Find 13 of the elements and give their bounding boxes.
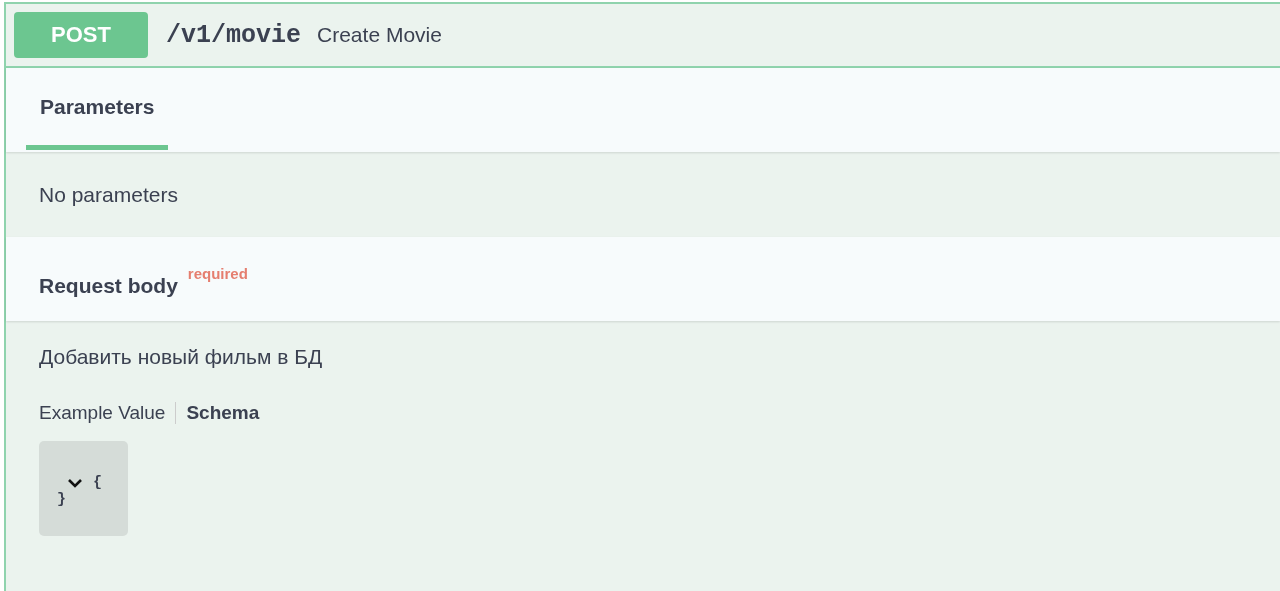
method-badge: POST bbox=[14, 12, 148, 58]
view-tab[interactable]: Example Value bbox=[39, 402, 166, 424]
view-tab[interactable]: Schema bbox=[186, 402, 260, 424]
close-brace: } bbox=[57, 491, 66, 508]
request-body-title: Request body bbox=[39, 274, 178, 298]
parameters-tab[interactable]: Parameters bbox=[26, 95, 169, 150]
operation-summary: Create Movie bbox=[317, 23, 442, 47]
required-label: required bbox=[187, 264, 248, 282]
chevron-icon[interactable] bbox=[67, 476, 83, 489]
open-brace: { bbox=[93, 474, 102, 491]
request-body-description: Добавить новый фильм в БД bbox=[39, 345, 324, 369]
no-parameters-text: No parameters bbox=[39, 182, 178, 207]
endpoint-path: /v1/movie bbox=[166, 20, 302, 50]
